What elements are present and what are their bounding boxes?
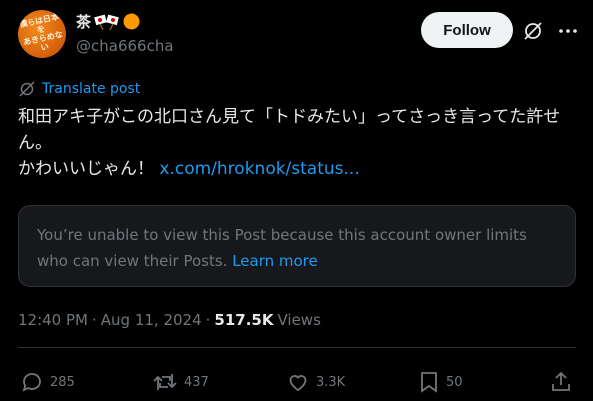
repost-button[interactable]: 437 — [152, 370, 209, 394]
japan-flag-crossed-icon — [94, 14, 120, 30]
follow-button[interactable]: Follow — [421, 12, 513, 48]
post-link[interactable]: x.com/hroknok/status... — [159, 159, 359, 179]
meta-separator: · — [91, 311, 97, 329]
orange-circle-icon — [123, 13, 140, 30]
translate-post-link[interactable]: Translate post — [18, 80, 140, 98]
grok-icon[interactable] — [522, 20, 544, 42]
share-icon — [550, 370, 572, 394]
reply-button[interactable]: 285 — [20, 370, 75, 394]
author-name-row[interactable]: 茶 — [76, 11, 140, 32]
unavailable-post-notice: You’re unable to view this Post because … — [18, 205, 576, 287]
meta-separator: · — [205, 311, 211, 329]
views-count: 517.5K — [214, 311, 274, 329]
bookmark-icon — [418, 370, 440, 394]
post-time[interactable]: 12:40 PM — [18, 311, 88, 329]
bookmark-count: 50 — [446, 374, 463, 390]
post-text: 和田アキ子がこの北口さん見て「トドみたい」ってさっき言ってた許せん。 かわいいじ… — [18, 104, 588, 182]
translate-icon — [18, 80, 36, 98]
like-count: 3.3K — [316, 374, 346, 390]
bookmark-button[interactable]: 50 — [418, 370, 463, 394]
avatar-text: 僕らは日本を あきらめない — [18, 12, 64, 53]
avatar[interactable]: 僕らは日本を あきらめない — [18, 10, 66, 58]
author-handle[interactable]: @cha666cha — [76, 37, 174, 55]
like-button[interactable]: 3.3K — [286, 370, 345, 394]
share-button[interactable] — [550, 370, 572, 394]
author-name[interactable]: 茶 — [76, 11, 91, 32]
heart-icon — [286, 370, 310, 394]
post-date[interactable]: Aug 11, 2024 — [101, 311, 202, 329]
action-bar: 285 437 3.3K 50 — [18, 370, 576, 398]
reply-icon — [20, 370, 44, 394]
views-label: Views — [277, 311, 321, 329]
reply-count: 285 — [50, 374, 75, 390]
learn-more-link[interactable]: Learn more — [232, 252, 318, 270]
divider — [18, 347, 576, 348]
repost-count: 437 — [184, 374, 209, 390]
post-meta: 12:40 PM · Aug 11, 2024 · 517.5K Views — [18, 311, 321, 329]
translate-label[interactable]: Translate post — [42, 81, 140, 97]
repost-icon — [152, 370, 178, 394]
more-options-icon[interactable] — [557, 20, 579, 42]
